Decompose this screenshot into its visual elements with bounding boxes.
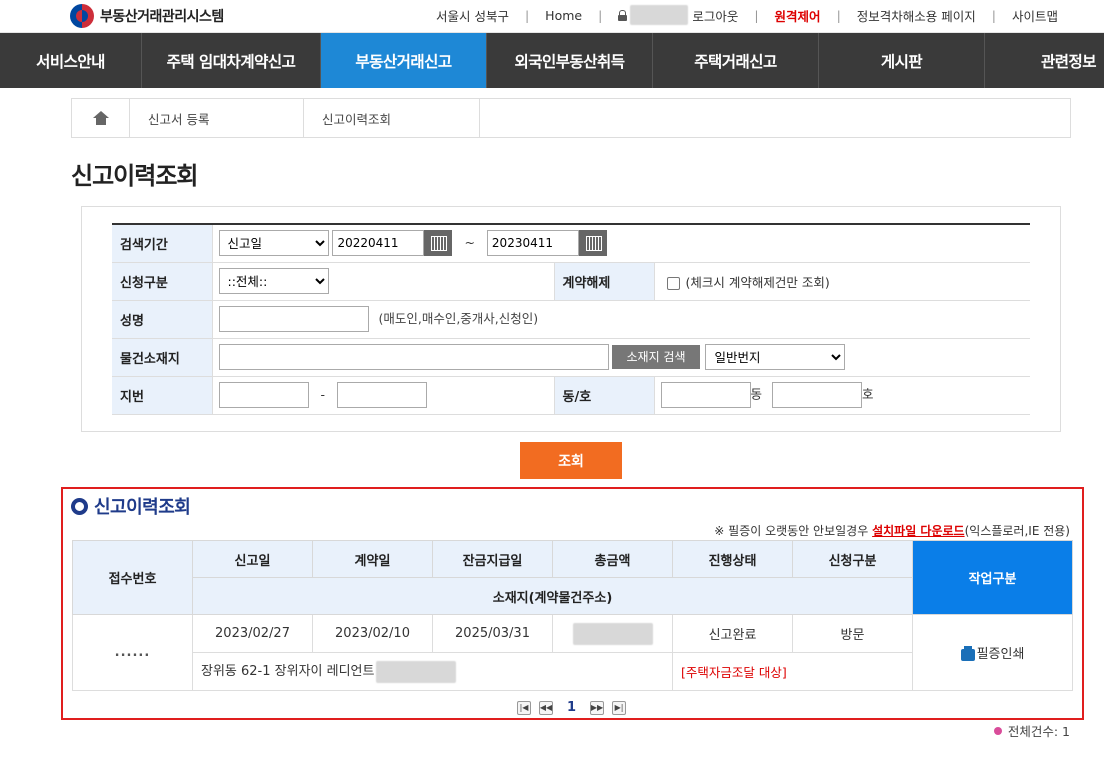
cell-action: 필증인쇄: [912, 614, 1073, 691]
top-bar: 부동산거래관리시스템 서울시 성북구 | Home | 로그아웃 | 원격제어 …: [0, 0, 1104, 33]
table-row[interactable]: ...... 2023/02/27 2023/02/10 2025/03/31 …: [72, 614, 1073, 691]
home-link[interactable]: Home: [545, 8, 582, 23]
page-title: 신고이력조회: [71, 162, 198, 190]
date-from-input[interactable]: [332, 230, 425, 257]
printer-icon: [960, 645, 975, 661]
period-label: 검색기간: [112, 224, 213, 263]
dongho-label: 동/호: [553, 376, 655, 415]
taegeuk-logo-icon: [70, 4, 94, 28]
cell-receipt-no: ......: [72, 614, 193, 691]
header-location: 소재지(계약물건주소): [192, 577, 913, 615]
dong-input[interactable]: [660, 382, 751, 408]
install-notice: ※ 필증이 오랫동안 안보일경우 설치파일 다운로드(익스플로러,IE 전용): [714, 524, 1070, 538]
cancel-label: 계약해제: [553, 262, 655, 301]
lot-sub-input[interactable]: [336, 382, 427, 408]
prev-page-icon[interactable]: ◀◀: [539, 700, 553, 715]
period-type-select[interactable]: 신고일: [218, 230, 329, 257]
print-certificate-button[interactable]: 필증인쇄: [960, 645, 1024, 662]
name-input[interactable]: [218, 306, 369, 332]
cancel-hint: (체크시 계약해제건만 조회): [685, 274, 830, 290]
name-hint: (매도인,매수인,중개사,신청인): [378, 310, 539, 326]
install-file-download-link[interactable]: 설치파일 다운로드: [872, 524, 965, 538]
date-to-input[interactable]: [486, 230, 579, 257]
header-apply-type: 신청구분: [792, 540, 913, 578]
pagination: |◀ ◀◀ 1 ▶▶ ▶|: [513, 700, 630, 715]
cell-contract-date: 2023/02/10: [312, 614, 433, 653]
header-report-date: 신고일: [192, 540, 313, 578]
results-title: 신고이력조회: [71, 493, 191, 519]
nav-service-info[interactable]: 서비스안내: [0, 33, 142, 88]
nav-housing-report[interactable]: 주택거래신고: [653, 33, 819, 88]
page-number[interactable]: 1: [567, 700, 576, 715]
nav-foreigner-acquisition[interactable]: 외국인부동산취득: [487, 33, 653, 88]
cancel-checkbox[interactable]: [666, 276, 680, 290]
dong-suffix: 동: [750, 386, 763, 402]
header-total-amount: 총금액: [552, 540, 673, 578]
nav-real-estate-report[interactable]: 부동산거래신고: [321, 33, 487, 88]
home-icon: [92, 111, 109, 125]
results-panel: 신고이력조회 ※ 필증이 오랫동안 안보일경우 설치파일 다운로드(익스플로러,…: [61, 487, 1084, 720]
cell-address: 장위동 62-1 장위자이 레디언트: [192, 652, 673, 691]
date-separator: ~: [464, 234, 475, 250]
location-label: 물건소재지: [112, 338, 213, 377]
logout-link[interactable]: 로그아웃: [692, 6, 738, 25]
calendar-to-icon[interactable]: [578, 230, 607, 257]
header-action: 작업구분: [912, 540, 1073, 615]
breadcrumb-item-register[interactable]: 신고서 등록: [130, 99, 304, 137]
header-contract-date: 계약일: [312, 540, 433, 578]
location-input[interactable]: [218, 344, 609, 370]
cell-total-amount: [552, 614, 673, 653]
user-name-redacted: [630, 5, 689, 25]
nav-lease-report[interactable]: 주택 임대차계약신고: [142, 33, 321, 88]
cell-status: 신고완료: [672, 614, 793, 653]
address-redacted: [376, 660, 457, 683]
logo-text: 부동산거래관리시스템: [100, 9, 224, 25]
main-nav: 서비스안내 주택 임대차계약신고 부동산거래신고 외국인부동산취득 주택거래신고…: [0, 33, 1104, 88]
total-count: 전체건수: 1: [993, 721, 1070, 740]
last-page-icon[interactable]: ▶|: [612, 700, 627, 715]
cell-apply-type: 방문: [792, 614, 913, 653]
lock-icon: [618, 9, 628, 21]
ring-bullet-icon: [71, 497, 88, 515]
info-gap-link[interactable]: 정보격차해소용 페이지: [857, 6, 976, 25]
location-search-button[interactable]: 소재지 검색: [612, 345, 700, 369]
search-panel: 검색기간 신고일 ~ 신청구분 ::전체:: 계약해제 (체크시 계약: [81, 206, 1061, 432]
region-text: 서울시 성북구: [435, 8, 509, 24]
header-status: 진행상태: [672, 540, 793, 578]
nav-related-info[interactable]: 관련정보: [985, 33, 1104, 88]
cell-report-date: 2023/02/27: [192, 614, 313, 653]
header-receipt-no: 접수번호: [72, 540, 193, 615]
results-title-text: 신고이력조회: [94, 497, 191, 518]
search-form: 검색기간 신고일 ~ 신청구분 ::전체:: 계약해제 (체크시 계약: [112, 223, 1030, 415]
calendar-from-icon[interactable]: [424, 230, 453, 257]
breadcrumb-item-history[interactable]: 신고이력조회: [304, 99, 480, 137]
amount-redacted: [572, 622, 653, 645]
site-logo[interactable]: 부동산거래관리시스템: [70, 4, 224, 28]
breadcrumb-home[interactable]: [72, 99, 130, 137]
ho-suffix: 호: [862, 386, 874, 402]
lot-type-select[interactable]: 일반번지: [705, 344, 846, 370]
lot-main-input[interactable]: [218, 382, 309, 408]
search-submit-button[interactable]: 조회: [520, 442, 622, 479]
header-balance-date: 잔금지급일: [432, 540, 553, 578]
nav-board[interactable]: 게시판: [819, 33, 985, 88]
results-table: 접수번호 신고일 계약일 잔금지급일 총금액 진행상태 신청구분 작업구분 소재…: [72, 540, 1073, 691]
sitemap-link[interactable]: 사이트맵: [1012, 6, 1058, 25]
cell-flag: [주택자금조달 대상]: [672, 652, 913, 691]
breadcrumb: 신고서 등록 신고이력조회: [71, 98, 1071, 138]
ho-input[interactable]: [772, 382, 862, 408]
bullet-icon: [993, 726, 1002, 735]
cell-balance-date: 2025/03/31: [432, 614, 553, 653]
lot-label: 지번: [112, 376, 213, 415]
lot-dash: -: [320, 386, 325, 402]
first-page-icon[interactable]: |◀: [517, 700, 531, 715]
name-label: 성명: [112, 300, 213, 339]
apply-type-select[interactable]: ::전체::: [218, 268, 329, 294]
next-page-icon[interactable]: ▶▶: [590, 700, 605, 715]
top-links: 서울시 성북구 | Home | 로그아웃 | 원격제어 | 정보격차해소용 페…: [436, 0, 1058, 30]
remote-control-link[interactable]: 원격제어: [775, 6, 821, 25]
apply-type-label: 신청구분: [112, 262, 213, 301]
